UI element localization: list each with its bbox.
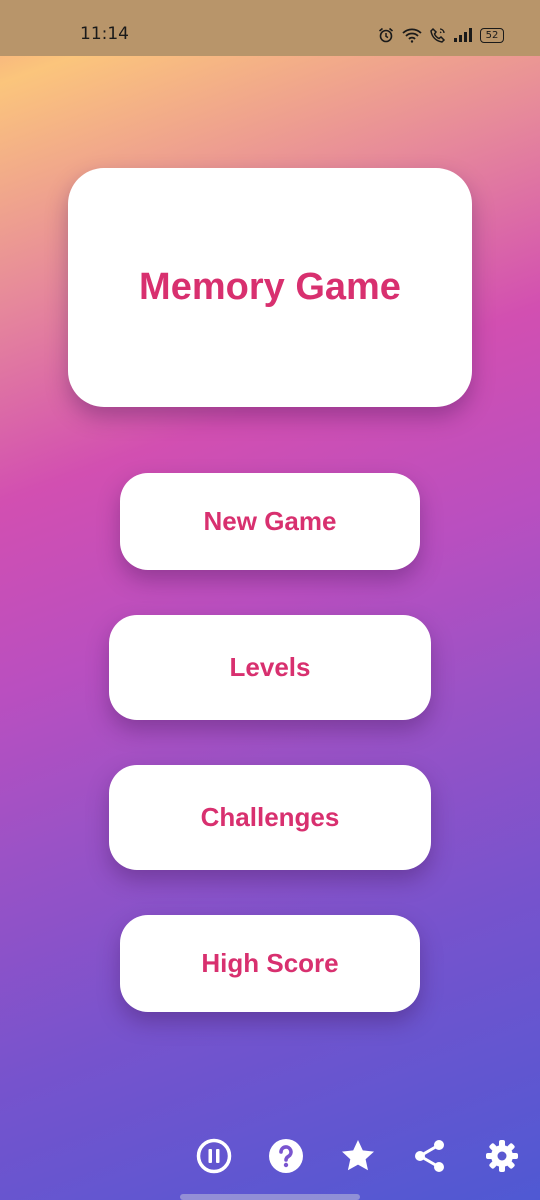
game-title-card: Memory Game [68,168,472,407]
status-bar: 11:14 52 [0,0,540,56]
settings-icon[interactable] [484,1138,520,1174]
star-icon[interactable] [340,1138,376,1174]
challenges-label: Challenges [200,802,340,832]
call-icon [430,27,446,43]
signal-icon [454,28,472,42]
share-icon[interactable] [412,1138,448,1174]
challenges-button[interactable]: Challenges [109,765,431,870]
pause-icon[interactable] [196,1138,232,1174]
levels-label: Levels [229,652,311,682]
bottom-toolbar [196,1138,520,1174]
status-icons: 52 [378,24,504,46]
wifi-icon [402,27,422,43]
battery-icon: 52 [480,27,504,43]
new-game-button[interactable]: New Game [120,473,420,570]
alarm-icon [378,27,394,43]
status-time: 11:14 [80,24,129,44]
levels-button[interactable]: Levels [109,615,431,720]
help-icon[interactable] [268,1138,304,1174]
new-game-label: New Game [203,506,337,536]
high-score-button[interactable]: High Score [120,915,420,1012]
home-indicator[interactable] [180,1194,360,1200]
high-score-label: High Score [201,948,339,978]
page-title: Memory Game [139,266,401,308]
